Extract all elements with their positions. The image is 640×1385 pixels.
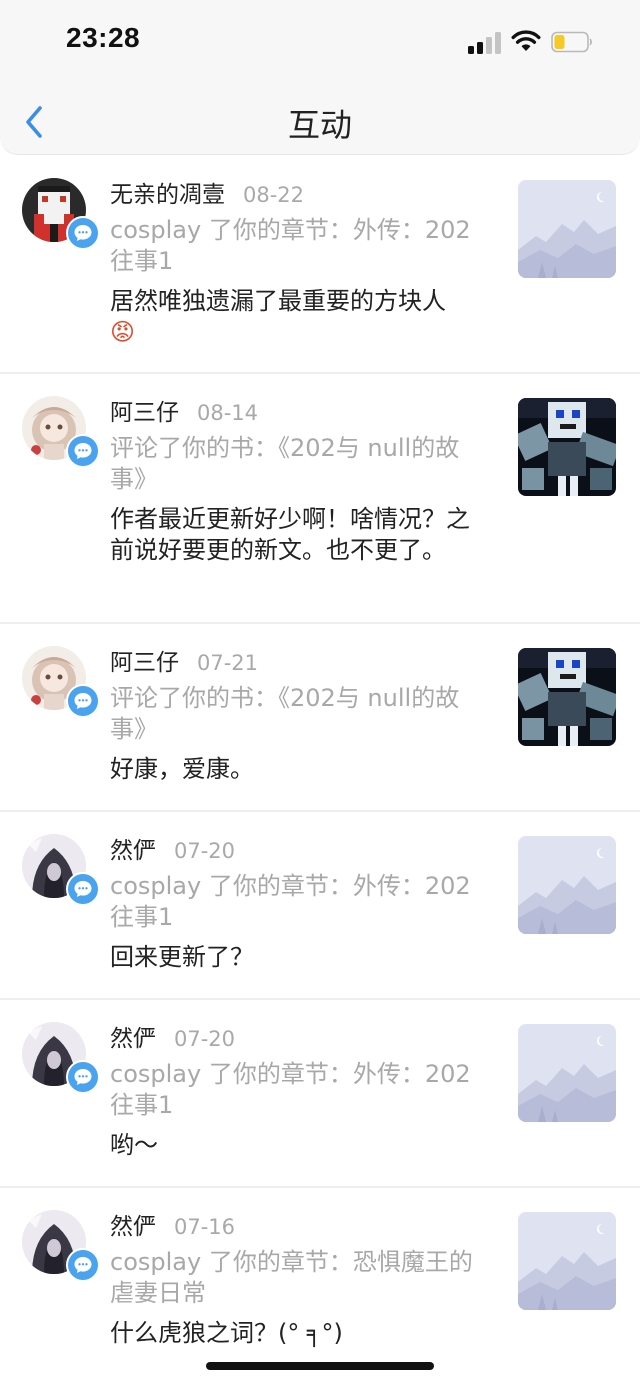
name-line: 然俨 07-16 [110,1210,490,1244]
comment-badge-icon [66,1060,100,1094]
minecraft-character-image[interactable] [518,398,616,496]
page-title: 互动 [287,106,352,144]
list-item[interactable]: 阿三仔 08-14 评论了你的书：《202与 null的故事》 作者最近更新好少啊… [0,374,640,624]
user-name[interactable]: 然俨 [110,1214,156,1240]
item-content: 然俨 07-20 cosplay 了你的章节：外传：202往事1 哟～ [110,1022,490,1161]
comment-badge-icon [66,434,100,468]
message-text: 什么虎狼之词？(° ╕°) [110,1319,343,1347]
item-date: 08-22 [243,183,305,207]
list-item[interactable]: 然俨 07-16 cosplay 了你的章节：恐惧魔王的虐妻日常 什么虎狼之词？(… [0,1188,640,1374]
message-text: 回来更新了？ [110,943,254,971]
message-text: 好康，爱康。 [110,755,254,783]
item-content: 然俨 07-20 cosplay 了你的章节：外传：202往事1 回来更新了？ [110,834,490,973]
item-date: 07-20 [174,1027,236,1051]
name-line: 然俨 07-20 [110,1022,490,1056]
battery-icon [551,31,592,53]
list-item[interactable]: 无亲的凋壹 08-22 cosplay 了你的章节：外传：202往事1 居然唯独遗… [0,156,640,374]
item-date: 07-16 [174,1215,236,1239]
item-date: 07-21 [197,651,259,675]
user-name[interactable]: 阿三仔 [110,650,179,676]
item-date: 08-14 [197,401,259,425]
message-text: 居然唯独遗漏了最重要的方块人 😡 [110,286,490,348]
placeholder-mountain-image[interactable] [518,1212,616,1310]
user-name[interactable]: 无亲的凋壹 [110,182,225,208]
cellular-signal-icon [468,32,502,54]
comment-badge-icon [66,216,100,250]
placeholder-mountain-image[interactable] [518,836,616,934]
interaction-list: 无亲的凋壹 08-22 cosplay 了你的章节：外传：202往事1 居然唯独遗… [0,156,640,1374]
name-line: 阿三仔 07-21 [110,646,490,680]
comment-badge-icon [66,684,100,718]
placeholder-mountain-image[interactable] [518,1024,616,1122]
activity-description: 评论了你的书：《202与 null的故事》 [110,434,460,493]
wifi-icon [511,30,541,51]
placeholder-mountain-image[interactable] [518,180,616,278]
user-name[interactable]: 然俨 [110,1026,156,1052]
nav-header: 互动 [0,88,640,155]
activity-description: cosplay 了你的章节：外传：202往事1 [110,872,471,931]
message-text: 哟～ [110,1131,158,1159]
list-item[interactable]: 阿三仔 07-21 评论了你的书：《202与 null的故事》 好康，爱康。 [0,624,640,812]
list-item[interactable]: 然俨 07-20 cosplay 了你的章节：外传：202往事1 哟～ [0,1000,640,1188]
item-content: 阿三仔 08-14 评论了你的书：《202与 null的故事》 作者最近更新好少啊… [110,396,490,566]
item-content: 然俨 07-16 cosplay 了你的章节：恐惧魔王的虐妻日常 什么虎狼之词？(… [110,1210,490,1349]
activity-description: 评论了你的书：《202与 null的故事》 [110,684,460,743]
activity-description: cosplay 了你的章节：恐惧魔王的虐妻日常 [110,1248,473,1307]
activity-description: cosplay 了你的章节：外传：202往事1 [110,216,471,275]
item-content: 阿三仔 07-21 评论了你的书：《202与 null的故事》 好康，爱康。 [110,646,490,785]
comment-badge-icon [66,1248,100,1282]
name-line: 然俨 07-20 [110,834,490,868]
list-item[interactable]: 然俨 07-20 cosplay 了你的章节：外传：202往事1 回来更新了？ [0,812,640,1000]
minecraft-character-image[interactable] [518,648,616,746]
user-name[interactable]: 阿三仔 [110,400,179,426]
name-line: 阿三仔 08-14 [110,396,490,430]
comment-badge-icon [66,872,100,906]
status-bar: 23:28 [0,0,640,88]
activity-description: cosplay 了你的章节：外传：202往事1 [110,1060,471,1119]
name-line: 无亲的凋壹 08-22 [110,178,490,212]
user-name[interactable]: 然俨 [110,838,156,864]
item-date: 07-20 [174,839,236,863]
message-text: 作者最近更新好少啊！啥情况？之前说好要更的新文。也不更了。 [110,505,470,564]
home-indicator[interactable] [206,1362,434,1370]
status-time: 23:28 [66,22,141,53]
item-content: 无亲的凋壹 08-22 cosplay 了你的章节：外传：202往事1 居然唯独遗… [110,178,490,348]
angry-face-emoji: 😡 [110,318,136,346]
message-body: 居然唯独遗漏了最重要的方块人 [110,287,446,315]
